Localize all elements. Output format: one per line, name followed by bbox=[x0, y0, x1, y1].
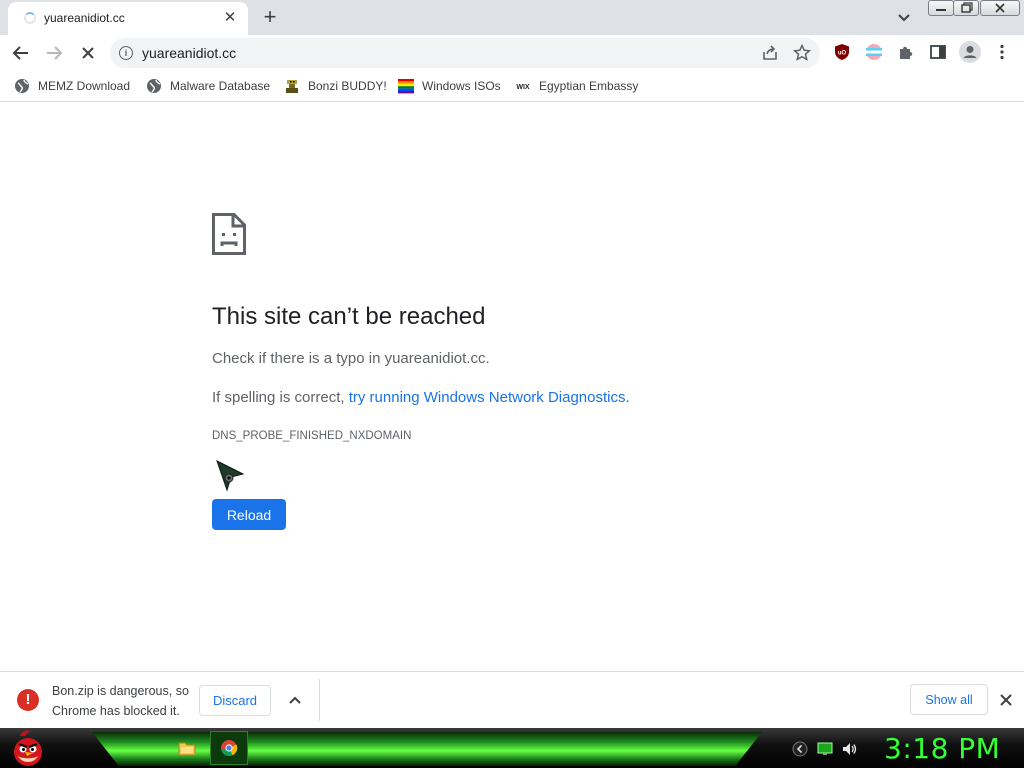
discard-button[interactable]: Discard bbox=[199, 685, 271, 716]
download-warning-line1: Bon.zip is dangerous, so bbox=[52, 684, 189, 698]
bookmark-label: Egyptian Embassy bbox=[539, 79, 639, 93]
toolbar: i yuareanidiot.cc uO bbox=[0, 35, 1024, 71]
profile-avatar-icon[interactable] bbox=[958, 40, 982, 64]
download-shelf: ! Bon.zip is dangerous, so Chrome has bl… bbox=[0, 671, 1024, 729]
taskbar-chrome-button[interactable] bbox=[210, 731, 248, 765]
svg-text:WIX: WIX bbox=[516, 84, 530, 91]
window-close-button[interactable] bbox=[980, 0, 1020, 16]
error-typo-hint: Check if there is a typo in yuareanidiot… bbox=[212, 350, 490, 367]
address-url[interactable]: yuareanidiot.cc bbox=[142, 45, 236, 61]
loading-spinner-icon bbox=[24, 12, 36, 24]
shelf-divider bbox=[319, 679, 320, 721]
error-page: This site can’t be reached Check if ther… bbox=[0, 102, 1024, 671]
download-warning-line2: Chrome has blocked it. bbox=[52, 704, 180, 718]
chrome-menu-icon[interactable] bbox=[993, 43, 1011, 61]
tab-title: yuareanidiot.cc bbox=[44, 11, 125, 25]
forward-arrow-icon[interactable] bbox=[42, 41, 66, 65]
bookmark-label: Malware Database bbox=[170, 79, 271, 93]
chrome-logo-icon bbox=[221, 740, 238, 757]
chevron-up-icon[interactable] bbox=[285, 690, 305, 710]
wix-icon: WIX bbox=[516, 84, 530, 91]
error-diagnostics-prefix: If spelling is correct, bbox=[212, 389, 349, 406]
volume-speaker-icon[interactable] bbox=[841, 741, 857, 757]
globe-icon bbox=[147, 79, 161, 93]
bonzi-icon bbox=[286, 80, 298, 93]
trans-flag-extension-icon[interactable] bbox=[865, 43, 883, 61]
sad-page-icon bbox=[212, 213, 246, 255]
site-info-icon[interactable]: i bbox=[119, 46, 133, 60]
ublock-origin-icon[interactable]: uO bbox=[833, 43, 851, 61]
bookmark-label: Windows ISOs bbox=[422, 79, 501, 93]
tray-chevron-icon[interactable] bbox=[792, 741, 808, 757]
reload-button[interactable]: Reload bbox=[212, 499, 286, 530]
minimize-icon bbox=[936, 9, 946, 11]
address-bar[interactable]: i yuareanidiot.cc bbox=[110, 38, 820, 68]
back-arrow-icon[interactable] bbox=[9, 41, 33, 65]
show-all-button[interactable]: Show all bbox=[910, 684, 988, 715]
mouse-cursor-icon bbox=[216, 460, 245, 492]
minimize-button[interactable] bbox=[928, 0, 954, 16]
bookmark-label: MEMZ Download bbox=[38, 79, 131, 93]
tab-search-chevron-icon[interactable] bbox=[894, 8, 914, 28]
error-diagnostics-suffix: . bbox=[625, 389, 630, 406]
error-diagnostics-hint: If spelling is correct, try running Wind… bbox=[212, 389, 630, 406]
shelf-close-icon[interactable] bbox=[996, 690, 1016, 710]
stop-loading-icon[interactable] bbox=[76, 41, 100, 65]
bookmark-windows-isos[interactable]: Windows ISOs bbox=[398, 77, 501, 95]
bookmark-label: Bonzi BUDDY! bbox=[308, 79, 387, 93]
file-explorer-folder-icon[interactable] bbox=[178, 740, 196, 756]
taskbar-clock[interactable]: 3:18 PM bbox=[884, 732, 1000, 765]
error-code: DNS_PROBE_FINISHED_NXDOMAIN bbox=[212, 430, 412, 442]
restore-icon bbox=[961, 2, 973, 13]
network-diagnostics-link[interactable]: try running Windows Network Diagnostics bbox=[349, 389, 626, 406]
bookmark-malware-database[interactable]: Malware Database bbox=[146, 77, 270, 95]
danger-warning-icon: ! bbox=[17, 689, 39, 711]
rainbow-flag-icon bbox=[398, 79, 414, 94]
bookmark-memz-download[interactable]: MEMZ Download bbox=[14, 77, 130, 95]
error-title: This site can’t be reached bbox=[212, 303, 486, 330]
bookmarks-bar: MEMZ Download Malware Database Bonzi BUD… bbox=[0, 71, 1024, 102]
restore-button[interactable] bbox=[953, 0, 979, 16]
extensions-puzzle-icon[interactable] bbox=[897, 43, 915, 61]
globe-icon bbox=[15, 79, 29, 93]
window-close-icon bbox=[995, 3, 1005, 13]
tab-active[interactable]: yuareanidiot.cc ✕ bbox=[8, 2, 248, 35]
bookmark-bonzi-buddy[interactable]: Bonzi BUDDY! bbox=[284, 77, 387, 95]
taskbar bbox=[0, 728, 1024, 768]
side-panel-icon[interactable] bbox=[929, 43, 947, 61]
new-tab-button[interactable]: + bbox=[258, 4, 282, 30]
tab-close-icon[interactable]: ✕ bbox=[220, 8, 240, 28]
network-monitor-icon[interactable] bbox=[817, 741, 833, 757]
share-icon[interactable] bbox=[761, 44, 779, 62]
window-controls bbox=[928, 0, 1020, 18]
bookmark-egyptian-embassy[interactable]: WIX Egyptian Embassy bbox=[515, 77, 638, 95]
bookmark-star-icon[interactable] bbox=[793, 44, 811, 62]
svg-text:uO: uO bbox=[838, 51, 847, 57]
tab-strip: yuareanidiot.cc ✕ + bbox=[0, 0, 1024, 35]
angry-bird-start-icon[interactable] bbox=[6, 728, 50, 768]
